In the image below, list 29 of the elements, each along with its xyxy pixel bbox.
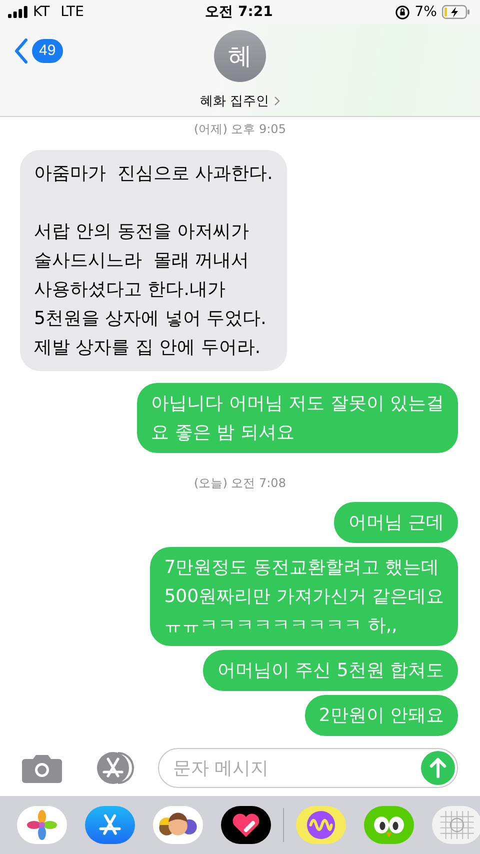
sent-message: 어머님이 주신 5천원 합쳐도	[203, 650, 458, 691]
message-timestamp: (어제) 오후 9:05	[194, 121, 286, 138]
sent-message: 아닙니다 어머님 저도 잘못이 있는걸 요 좋은 밤 되셔요	[137, 383, 458, 453]
sent-message: 7만원정도 동전교환할려고 했는데 500원짜리만 가져가신거 같은데요 ㅠㅠㅋㅋㅋㅋㅋㅋㅋㅋㅋ 하,,	[150, 547, 458, 646]
unread-badge: 49	[32, 39, 63, 63]
app-store-app-icon[interactable]	[85, 806, 135, 844]
camera-icon[interactable]	[22, 753, 62, 783]
rotation-lock-icon	[394, 4, 410, 20]
owl-app-icon[interactable]	[364, 806, 414, 844]
battery-percent: 7%	[414, 4, 437, 20]
send-icon[interactable]	[421, 751, 455, 785]
sent-message: 어머님 근데	[334, 502, 458, 543]
contact-name[interactable]: 혜화 집주인	[200, 92, 270, 110]
wave-app-icon[interactable]	[296, 806, 346, 844]
received-message: 아줌마가 진심으로 사과한다. 서랍 안의 동전을 아저씨가 술사드시느라 몰래 꺼내서 사용하셨다고 한다.내가 5천원을 상자에 넣어 두었다. 제발 상자를 집 안에 두어라.	[20, 150, 287, 371]
back-button[interactable]: 49	[14, 38, 63, 64]
photos-app-icon[interactable]	[17, 806, 67, 844]
contact-avatar[interactable]: 혜	[214, 30, 266, 82]
status-time: 오전 7:21	[205, 3, 273, 21]
message-timestamp: (오늘) 오전 7:08	[194, 475, 286, 492]
memoji-app-icon[interactable]	[153, 806, 203, 844]
network-type: LTE	[60, 4, 84, 20]
heart-app-icon[interactable]	[221, 806, 271, 844]
carrier-name: KT	[33, 4, 50, 20]
chevron-right-icon	[274, 96, 280, 106]
back-chevron-icon	[14, 38, 28, 64]
signal-icon	[8, 6, 28, 18]
message-field[interactable]: 문자 메시지	[158, 748, 458, 788]
sent-message: 2만원이 안돼요	[304, 695, 458, 736]
